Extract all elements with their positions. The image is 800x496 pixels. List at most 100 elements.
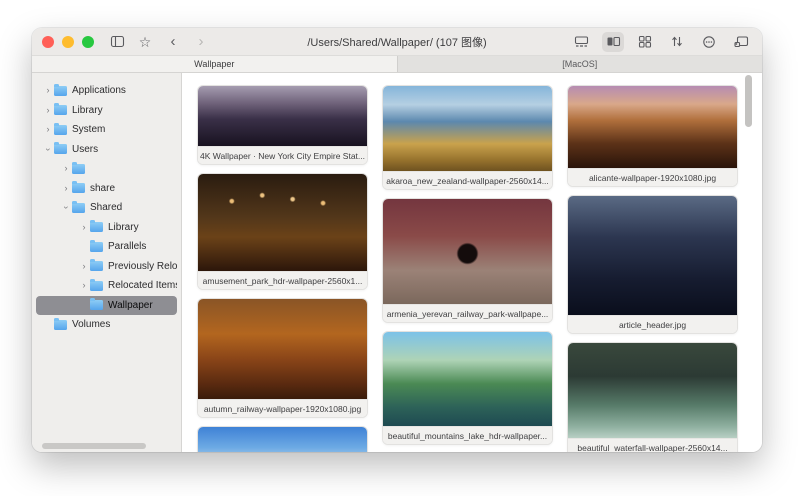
sidebar-item-previously-relocate[interactable]: › Previously Relocate: [36, 257, 177, 277]
sidebar-toggle-icon[interactable]: [106, 32, 128, 52]
disclosure-chevron-icon[interactable]: ›: [44, 143, 53, 155]
sort-icon[interactable]: [666, 32, 688, 52]
favorites-star-icon[interactable]: ☆: [134, 32, 156, 52]
folder-icon: [72, 164, 85, 174]
thumbnail-alicante-image: [568, 86, 737, 168]
grid-view-icon[interactable]: [634, 32, 656, 52]
sidebar-item-system[interactable]: › System: [36, 120, 177, 140]
sidebar-item-label: Users: [72, 144, 98, 155]
sidebar-item-label: Previously Relocate: [108, 261, 177, 272]
back-icon[interactable]: ‹: [162, 32, 184, 52]
disclosure-chevron-icon[interactable]: ›: [60, 164, 72, 173]
sidebar-item-label: Relocated Items: [108, 280, 177, 291]
file-caption: alicante-wallpaper-1920x1080.jpg: [568, 168, 737, 186]
sidebar-item-shared[interactable]: › Shared: [36, 198, 177, 218]
disclosure-chevron-icon[interactable]: ›: [78, 223, 90, 232]
sidebar-item-applications[interactable]: › Applications: [36, 81, 177, 101]
folder-icon: [90, 300, 103, 310]
sidebar-item-library[interactable]: › Library: [36, 218, 177, 238]
thumbnail-akaroa-image: [383, 86, 552, 171]
sidebar-item-label: Library: [108, 222, 139, 233]
folder-icon: [72, 183, 85, 193]
tab-label: [MacOS]: [562, 59, 597, 69]
gallery-card[interactable]: beautiful_mountains_lake_hdr-wallpaper..…: [382, 331, 553, 445]
thumbnail-nyc-image: [198, 86, 367, 146]
disclosure-chevron-icon[interactable]: ›: [60, 184, 72, 193]
gallery-card[interactable]: [197, 426, 368, 452]
traffic-lights: [42, 36, 94, 48]
folder-icon: [54, 86, 67, 96]
gallery-card[interactable]: 4K Wallpaper · New York City Empire Stat…: [197, 85, 368, 165]
thumbnail-article-image: [568, 196, 737, 315]
disclosure-chevron-icon[interactable]: ›: [42, 86, 54, 95]
open-window-icon[interactable]: [730, 32, 752, 52]
thumbnail-armenia-image: [383, 199, 552, 304]
folder-icon: [54, 125, 67, 135]
gallery-card[interactable]: autumn_railway-wallpaper-1920x1080.jpg: [197, 298, 368, 418]
gallery-card[interactable]: beautiful_waterfall-wallpaper-2560x14...: [567, 342, 738, 452]
folder-icon: [54, 105, 67, 115]
gallery-strip-icon[interactable]: [570, 32, 592, 52]
folder-icon: [90, 242, 103, 252]
sidebar-item-share[interactable]: › share: [36, 179, 177, 199]
disclosure-chevron-icon[interactable]: ›: [62, 202, 71, 214]
gallery-card[interactable]: akaroa_new_zealand-wallpaper-2560x14...: [382, 85, 553, 190]
gallery-vertical-scrollbar[interactable]: [745, 75, 752, 127]
file-caption: akaroa_new_zealand-wallpaper-2560x14...: [383, 171, 552, 189]
zoom-window-button[interactable]: [82, 36, 94, 48]
file-caption: autumn_railway-wallpaper-1920x1080.jpg: [198, 399, 367, 417]
sidebar-item-label: Wallpaper: [108, 300, 153, 311]
sidebar-item-label: share: [90, 183, 115, 194]
sidebar-item-label: System: [72, 124, 105, 135]
gallery-content: 4K Wallpaper · New York City Empire Stat…: [182, 73, 762, 452]
gallery-card[interactable]: armenia_yerevan_railway_park-wallpape...: [382, 198, 553, 323]
tab-macos[interactable]: [MacOS]: [398, 56, 763, 72]
thumbnail-mountains-image: [383, 332, 552, 426]
minimize-window-button[interactable]: [62, 36, 74, 48]
sidebar-item-label: Volumes: [72, 319, 110, 330]
folder-icon: [90, 222, 103, 232]
sidebar-item-volumes[interactable]: ›Volumes: [36, 315, 177, 335]
sidebar: ›Applications›Library›System›Users››shar…: [32, 73, 182, 452]
file-caption: beautiful_mountains_lake_hdr-wallpaper..…: [383, 426, 552, 444]
file-caption: amusement_park_hdr-wallpaper-2560x1...: [198, 271, 367, 289]
thumbnail-waterfall-image: [568, 343, 737, 438]
sidebar-item-library[interactable]: ›Library: [36, 101, 177, 121]
folder-icon: [54, 320, 67, 330]
split-view-icon[interactable]: [602, 32, 624, 52]
gallery-column: akaroa_new_zealand-wallpaper-2560x14...a…: [382, 85, 553, 452]
sidebar-item-unnamed[interactable]: ›: [36, 159, 177, 179]
folder-icon: [54, 144, 67, 154]
folder-icon: [72, 203, 85, 213]
sidebar-item-users[interactable]: › Users: [36, 140, 177, 160]
disclosure-chevron-icon[interactable]: ›: [42, 125, 54, 134]
file-caption: beautiful_waterfall-wallpaper-2560x14...: [568, 438, 737, 452]
sidebar-item-wallpaper[interactable]: ›Wallpaper: [36, 296, 177, 316]
thumbnail-amusement-image: [198, 174, 367, 271]
sidebar-item-label: Shared: [90, 202, 122, 213]
folder-icon: [90, 261, 103, 271]
sidebar-item-label: Applications: [72, 85, 126, 96]
folder-icon: [90, 281, 103, 291]
disclosure-chevron-icon[interactable]: ›: [78, 262, 90, 271]
thumbnail-autumn-image: [198, 299, 367, 399]
sidebar-horizontal-scrollbar[interactable]: [42, 443, 146, 449]
close-window-button[interactable]: [42, 36, 54, 48]
gallery-card[interactable]: alicante-wallpaper-1920x1080.jpg: [567, 85, 738, 187]
tab-wallpaper[interactable]: Wallpaper: [32, 56, 398, 72]
gallery-card[interactable]: amusement_park_hdr-wallpaper-2560x1...: [197, 173, 368, 290]
more-circle-icon[interactable]: [698, 32, 720, 52]
sidebar-item-parallels[interactable]: ›Parallels: [36, 237, 177, 257]
path-title: /Users/Shared/Wallpaper/ (107 图像): [307, 34, 486, 50]
forward-icon[interactable]: ›: [190, 32, 212, 52]
gallery-card[interactable]: article_header.jpg: [567, 195, 738, 334]
tab-label: Wallpaper: [194, 59, 234, 69]
file-caption: armenia_yerevan_railway_park-wallpape...: [383, 304, 552, 322]
file-caption: 4K Wallpaper · New York City Empire Stat…: [198, 146, 367, 164]
sidebar-item-relocated-items[interactable]: › Relocated Items: [36, 276, 177, 296]
thumbnail-sky-image: [198, 427, 367, 452]
disclosure-chevron-icon[interactable]: ›: [78, 281, 90, 290]
gallery-column: alicante-wallpaper-1920x1080.jpg article_…: [567, 85, 738, 452]
disclosure-chevron-icon[interactable]: ›: [42, 106, 54, 115]
app-window: ☆ ‹ › /Users/Shared/Wallpaper/ (107 图像): [32, 28, 762, 452]
